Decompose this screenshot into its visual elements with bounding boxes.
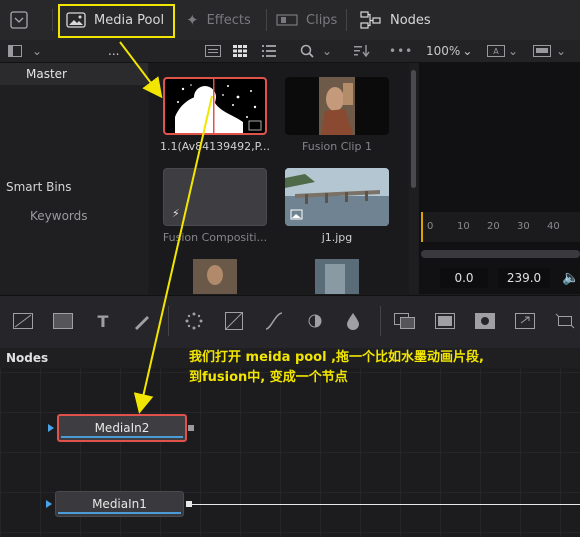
arrow-to-node xyxy=(133,95,213,414)
annotation-arrows xyxy=(119,41,213,414)
arrow-to-clip xyxy=(119,41,163,99)
